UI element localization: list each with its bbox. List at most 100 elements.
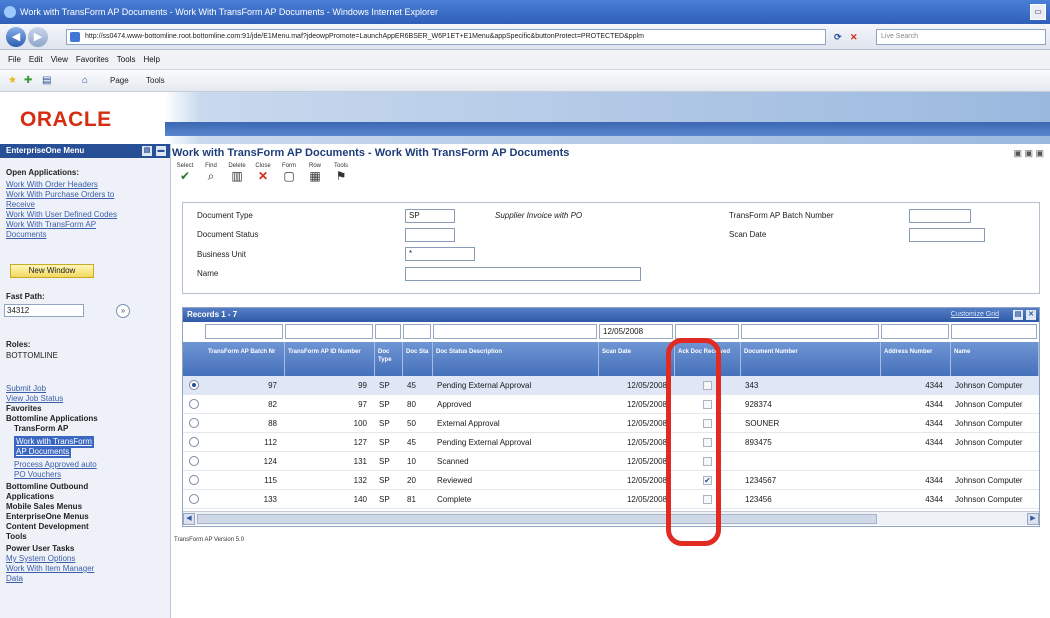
qbe-cell[interactable] bbox=[375, 324, 401, 339]
table-row[interactable]: 124 131 SP 10 Scanned 12/05/2008 bbox=[183, 452, 1039, 471]
back-icon[interactable]: ◀ bbox=[6, 27, 26, 47]
sidebar-nav-item[interactable]: Bottomline Applications bbox=[6, 414, 98, 424]
form-menu-button[interactable]: Form ▢ bbox=[276, 162, 302, 183]
row-select-radio[interactable] bbox=[189, 418, 199, 428]
table-row[interactable]: 97 99 SP 45 Pending External Approval 12/05/2… bbox=[183, 376, 1039, 395]
column-header[interactable]: Document Number bbox=[741, 342, 881, 376]
row-select-radio[interactable] bbox=[189, 437, 199, 447]
sidebar-nav-item[interactable]: Data bbox=[6, 574, 23, 584]
fast-path-input[interactable]: 34312 bbox=[4, 304, 84, 317]
qbe-cell[interactable] bbox=[951, 324, 1037, 339]
qbe-cell[interactable] bbox=[285, 324, 373, 339]
scroll-right-icon[interactable]: ▶ bbox=[1027, 513, 1039, 525]
sidebar-nav-item[interactable]: Content Development bbox=[6, 522, 89, 532]
open-app-link[interactable]: Work With Purchase Orders to bbox=[6, 190, 114, 200]
tools-menu[interactable]: Tools bbox=[146, 74, 165, 88]
qbe-cell[interactable] bbox=[205, 324, 283, 339]
doc-status-input[interactable] bbox=[405, 228, 455, 242]
new-window-button[interactable]: New Window bbox=[10, 264, 94, 278]
scan-date-input[interactable] bbox=[909, 228, 985, 242]
open-app-link[interactable]: Receive bbox=[6, 200, 35, 210]
menu-item[interactable]: Favorites bbox=[76, 50, 109, 70]
live-search-input[interactable]: Live Search bbox=[876, 29, 1046, 45]
table-row[interactable]: 133 140 SP 81 Complete 12/05/2008 123456 4344 Jo… bbox=[183, 490, 1039, 509]
row-select-radio[interactable] bbox=[189, 475, 199, 485]
sidebar-nav-item[interactable]: Power User Tasks bbox=[6, 544, 74, 554]
scroll-thumb[interactable] bbox=[197, 514, 877, 524]
sidebar-nav-item[interactable]: Work With Item Manager bbox=[6, 564, 94, 574]
sidebar-nav-item[interactable]: AP Documents bbox=[14, 446, 72, 458]
row-menu-button[interactable]: Row ▦ bbox=[302, 162, 328, 183]
sidebar-nav-item[interactable]: Process Approved auto bbox=[14, 460, 97, 470]
sidebar-nav-item[interactable]: View Job Status bbox=[6, 394, 63, 404]
menu-item[interactable]: View bbox=[51, 50, 68, 70]
column-header[interactable]: Doc Type bbox=[375, 342, 403, 376]
business-unit-input[interactable]: * bbox=[405, 247, 475, 261]
qbe-cell[interactable] bbox=[881, 324, 949, 339]
delete-button[interactable]: Delete ▥ bbox=[224, 162, 250, 183]
column-header[interactable]: TransForm AP Batch Nr bbox=[205, 342, 285, 376]
find-button[interactable]: Find ⌕ bbox=[198, 162, 224, 183]
menu-item[interactable]: Help bbox=[143, 50, 159, 70]
row-select-radio[interactable] bbox=[189, 456, 199, 466]
url-input[interactable]: http://ss0474.www-bottomline.root.bottom… bbox=[66, 29, 826, 45]
stop-icon[interactable]: ✕ bbox=[850, 30, 858, 44]
sidebar-nav-item[interactable]: Applications bbox=[6, 492, 54, 502]
sidebar-nav-item[interactable]: TransForm AP bbox=[14, 424, 68, 434]
add-favorite-icon[interactable]: ✚ bbox=[24, 74, 32, 88]
forward-icon[interactable]: ▶ bbox=[28, 27, 48, 47]
sidebar-close-icon[interactable]: ▬ bbox=[156, 146, 166, 156]
sidebar-nav-item[interactable]: Favorites bbox=[6, 404, 42, 414]
menu-item[interactable]: File bbox=[8, 50, 21, 70]
doc-type-input[interactable]: SP bbox=[405, 209, 455, 223]
name-input[interactable] bbox=[405, 267, 641, 281]
menu-item[interactable]: Edit bbox=[29, 50, 43, 70]
tools-menu-button[interactable]: Tools ⚑ bbox=[328, 162, 354, 183]
open-app-link[interactable]: Documents bbox=[6, 230, 46, 240]
grid-close-icon[interactable]: ✕ bbox=[1026, 310, 1036, 320]
qbe-cell[interactable] bbox=[433, 324, 597, 339]
column-header[interactable]: Address Number bbox=[881, 342, 951, 376]
sidebar-collapse-icon[interactable]: ▤ bbox=[142, 146, 152, 156]
sidebar-nav-item[interactable]: Bottomline Outbound bbox=[6, 482, 88, 492]
page-menu[interactable]: Page bbox=[110, 74, 129, 88]
column-header[interactable]: TransForm AP ID Number bbox=[285, 342, 375, 376]
window-controls-icon[interactable]: ▭ bbox=[1030, 4, 1046, 20]
sidebar-nav-item[interactable]: Tools bbox=[6, 532, 27, 542]
close-button[interactable]: Close ✕ bbox=[250, 162, 276, 183]
sidebar-nav-item[interactable]: EnterpriseOne Menus bbox=[6, 512, 89, 522]
qbe-cell[interactable]: 12/05/2008 bbox=[599, 324, 673, 339]
table-row[interactable]: 112 127 SP 45 Pending External Approval 12/05… bbox=[183, 433, 1039, 452]
qbe-cell[interactable] bbox=[741, 324, 879, 339]
favorites-star-icon[interactable]: ★ bbox=[8, 74, 17, 88]
sidebar-nav-item[interactable]: My System Options bbox=[6, 554, 75, 564]
column-header[interactable]: Scan Date bbox=[599, 342, 675, 376]
open-app-link[interactable]: Work With User Defined Codes bbox=[6, 210, 117, 220]
qbe-cell[interactable] bbox=[675, 324, 739, 339]
form-title-icons[interactable]: ▣ ▣ ▣ bbox=[1013, 148, 1044, 159]
scroll-left-icon[interactable]: ◀ bbox=[183, 513, 195, 525]
column-header[interactable]: Doc Sta bbox=[403, 342, 433, 376]
menu-item[interactable]: Tools bbox=[117, 50, 136, 70]
qbe-cell[interactable] bbox=[403, 324, 431, 339]
sidebar-nav-item[interactable]: Mobile Sales Menus bbox=[6, 502, 82, 512]
grid-export-icon[interactable]: ▤ bbox=[1013, 310, 1023, 320]
refresh-icon[interactable]: ⟳ bbox=[834, 30, 842, 44]
feeds-icon[interactable]: ▤ bbox=[42, 74, 51, 88]
row-select-radio[interactable] bbox=[189, 494, 199, 504]
row-select-radio[interactable] bbox=[189, 399, 199, 409]
home-icon[interactable]: ⌂ bbox=[82, 74, 88, 88]
open-app-link[interactable]: Work With TransForm AP bbox=[6, 220, 96, 230]
open-app-link[interactable]: Work With Order Headers bbox=[6, 180, 98, 190]
select-button[interactable]: Select ✔ bbox=[172, 162, 198, 183]
table-row[interactable]: 82 97 SP 80 Approved 12/05/2008 928374 4344 John… bbox=[183, 395, 1039, 414]
column-header[interactable]: Name bbox=[951, 342, 1039, 376]
batch-input[interactable] bbox=[909, 209, 971, 223]
sidebar-nav-item[interactable]: Submit Job bbox=[6, 384, 46, 394]
table-row[interactable]: 115 132 SP 20 Reviewed 12/05/2008 ✔ 1234567 4344… bbox=[183, 471, 1039, 490]
table-row[interactable]: 88 100 SP 50 External Approval 12/05/2008 SOUN… bbox=[183, 414, 1039, 433]
horizontal-scrollbar[interactable]: ◀ ▶ bbox=[183, 511, 1039, 525]
column-header[interactable]: Doc Status Description bbox=[433, 342, 599, 376]
sidebar-nav-item[interactable]: PO Vouchers bbox=[14, 470, 61, 480]
fast-path-go-icon[interactable]: » bbox=[116, 304, 130, 318]
